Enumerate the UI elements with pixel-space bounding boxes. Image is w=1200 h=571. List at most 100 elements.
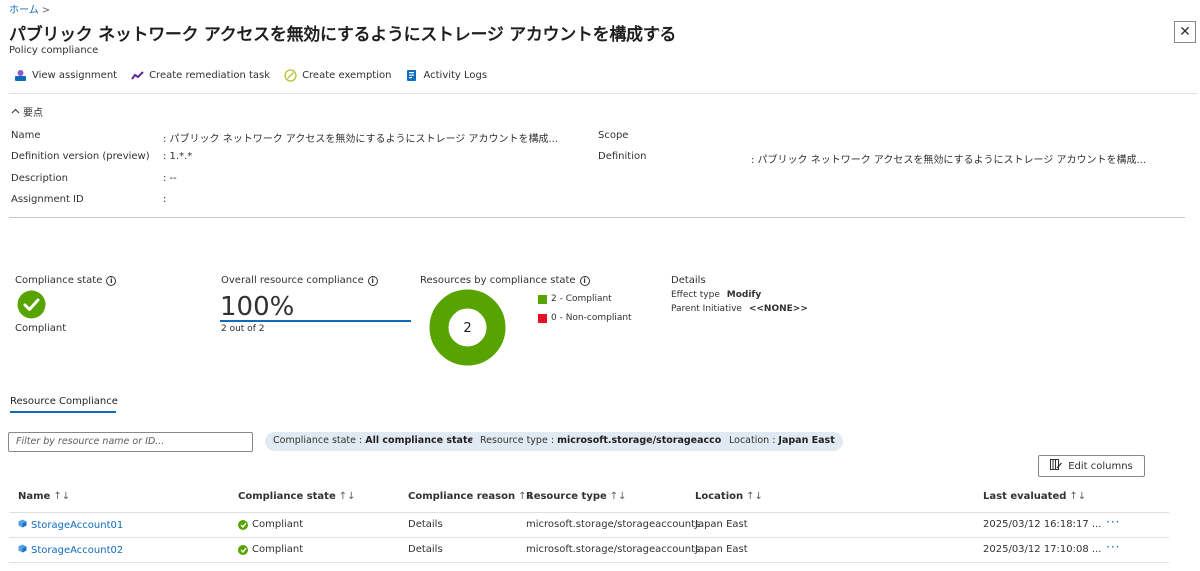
exemption-icon <box>284 69 297 82</box>
overall-compliance-title: Overall resource compliance i <box>221 275 378 286</box>
legend-noncompliant-swatch <box>538 313 547 323</box>
essentials-label: 要点 <box>23 108 43 119</box>
legend-compliant-label: 2 - Compliant <box>551 294 612 304</box>
table-row-1-type: microsoft.storage/storageaccounts <box>526 519 701 530</box>
compliance-state-value: Compliant <box>15 323 67 334</box>
row-divider <box>9 512 1169 513</box>
edit-columns-icon <box>1050 459 1063 473</box>
resource-filter-input[interactable]: Filter by resource name or ID... <box>8 432 253 452</box>
compliant-check-icon <box>238 544 248 555</box>
breadcrumb: ホーム > <box>9 1 50 16</box>
filter-type-label: Resource type : <box>480 435 558 446</box>
by-state-title-text: Resources by compliance state <box>420 275 576 286</box>
column-header-location[interactable]: Location ↑↓ <box>695 491 763 502</box>
filter-pill-location[interactable]: Location : Japan East <box>721 432 843 451</box>
filter-type-value: microsoft.storage/storageaccounts <box>557 435 746 446</box>
parent-initiative-value: <<NONE>> <box>748 304 808 314</box>
overall-compliance-percent: 100% <box>220 292 295 322</box>
compliance-state-title-text: Compliance state <box>15 275 103 286</box>
edit-columns-label: Edit columns <box>1068 460 1133 472</box>
table-row-1-last-evaluated: 2025/03/12 16:18:17 ... <box>983 519 1102 530</box>
assignment-icon <box>14 69 27 82</box>
table-row-2-type: microsoft.storage/storageaccounts <box>526 544 701 555</box>
row-1-more-actions-button[interactable]: ··· <box>1106 515 1120 529</box>
more-actions-button[interactable]: ··· <box>653 24 664 38</box>
definition-version-value: : 1.*.* <box>163 151 193 162</box>
column-header-type[interactable]: Resource type ↑↓ <box>526 491 627 502</box>
compliance-state-title: Compliance state i <box>15 275 117 286</box>
filter-state-value: All compliance states <box>365 435 480 446</box>
definition-value[interactable]: : パブリック ネットワーク アクセスを無効にするようにストレージ アカウントを… <box>751 151 1146 166</box>
assignment-id-label: Assignment ID <box>11 194 84 205</box>
close-button[interactable]: ✕ <box>1174 21 1196 43</box>
overall-compliance-track <box>220 320 411 322</box>
view-assignment-button[interactable]: View assignment <box>14 69 117 82</box>
by-state-title: Resources by compliance state i <box>420 275 590 286</box>
essentials-toggle[interactable]: 要点 <box>11 104 43 119</box>
overall-compliance-title-text: Overall resource compliance <box>221 275 364 286</box>
legend-compliant-swatch <box>538 294 547 304</box>
table-row-2-location: Japan East <box>695 544 748 555</box>
info-icon[interactable]: i <box>367 275 378 286</box>
donut-center-count: 2 <box>463 321 471 336</box>
definition-version-label: Definition version (preview) <box>11 151 150 162</box>
activity-logs-label: Activity Logs <box>423 70 488 81</box>
details-title: Details <box>671 275 706 286</box>
table-row-2-name[interactable]: StorageAccount02 <box>18 544 123 556</box>
activity-log-icon <box>405 69 418 82</box>
assignment-id-value: : <box>163 194 167 205</box>
page-title: パブリック ネットワーク アクセスを無効にするようにストレージ アカウントを構成… <box>9 25 677 45</box>
filter-location-label: Location : <box>729 435 779 446</box>
column-header-name[interactable]: Name ↑↓ <box>18 491 70 502</box>
filter-pill-compliance-state[interactable]: Compliance state : All compliance states <box>265 432 488 451</box>
legend-noncompliant[interactable]: 0 - Non-compliant <box>538 313 632 323</box>
create-remediation-button[interactable]: Create remediation task <box>131 69 270 82</box>
definition-label: Definition <box>598 151 647 162</box>
edit-columns-button[interactable]: Edit columns <box>1038 455 1145 477</box>
view-assignment-label: View assignment <box>32 70 118 81</box>
tab-resource-compliance[interactable]: Resource Compliance <box>10 396 118 407</box>
row-divider <box>9 537 1169 538</box>
table-row-2-details-link[interactable]: Details <box>408 544 443 555</box>
parent-initiative-label: Parent Initiative <box>671 304 742 314</box>
legend-compliant[interactable]: 2 - Compliant <box>538 294 612 304</box>
column-header-state[interactable]: Compliance state ↑↓ <box>238 491 356 502</box>
remediation-icon <box>131 69 144 82</box>
name-value: : パブリック ネットワーク アクセスを無効にするようにストレージ アカウントを… <box>163 134 559 145</box>
page-subtitle: Policy compliance <box>9 45 99 56</box>
filter-location-value: Japan East <box>778 435 835 446</box>
compliance-donut-chart[interactable]: 2 <box>429 289 506 369</box>
essentials-divider <box>9 217 1185 218</box>
activity-logs-button[interactable]: Activity Logs <box>405 69 487 82</box>
table-row-2-state: Compliant <box>238 544 303 555</box>
sort-icon: ↑↓ <box>53 491 71 502</box>
breadcrumb-home[interactable]: ホーム <box>9 5 39 16</box>
sort-icon: ↑↓ <box>746 491 763 502</box>
parent-initiative-row: Parent Initiative <<NONE>> <box>671 304 808 314</box>
close-icon: ✕ <box>1179 24 1191 40</box>
table-row-2-last-evaluated: 2025/03/12 17:10:08 ... <box>983 544 1102 555</box>
filter-state-label: Compliance state : <box>273 435 366 446</box>
create-exemption-label: Create exemption <box>302 70 392 81</box>
effect-type-label: Effect type <box>671 290 720 300</box>
table-row-1-location: Japan East <box>695 519 748 530</box>
table-row-1-state: Compliant <box>238 519 303 530</box>
info-icon[interactable]: i <box>106 275 117 286</box>
column-header-reason[interactable]: Compliance reason ↑↓ <box>408 491 535 502</box>
toolbar-divider <box>9 93 1197 94</box>
tab-active-indicator <box>10 411 116 413</box>
column-header-last-evaluated[interactable]: Last evaluated ↑↓ <box>983 491 1086 502</box>
info-icon[interactable]: i <box>579 275 590 286</box>
scope-label: Scope <box>598 130 629 141</box>
overall-compliance-bar <box>220 320 411 322</box>
filter-pill-resource-type[interactable]: Resource type : microsoft.storage/storag… <box>472 432 754 451</box>
create-exemption-button[interactable]: Create exemption <box>284 69 391 82</box>
table-row-1-details-link[interactable]: Details <box>408 519 443 530</box>
breadcrumb-separator: > <box>41 5 51 16</box>
row-2-more-actions-button[interactable]: ··· <box>1106 540 1120 554</box>
table-row-1-name[interactable]: StorageAccount01 <box>18 519 123 531</box>
chevron-up-icon <box>11 106 20 117</box>
compliant-check-icon <box>17 290 46 322</box>
effect-type-row: Effect type Modify <box>671 290 761 300</box>
description-value: : -- <box>163 173 177 184</box>
